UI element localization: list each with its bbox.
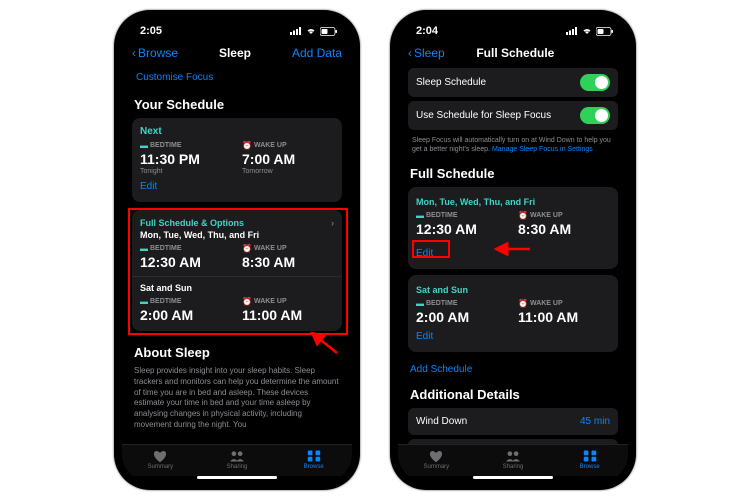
home-indicator[interactable] [473, 476, 553, 479]
toggle-switch[interactable] [580, 107, 610, 124]
home-indicator[interactable] [197, 476, 277, 479]
nav-title: Sleep [219, 46, 251, 60]
signal-icon [566, 27, 578, 35]
add-schedule-link[interactable]: Add Schedule [408, 358, 618, 383]
nav-title: Full Schedule [476, 46, 554, 60]
bed-icon: ▬ [140, 297, 148, 306]
chevron-left-icon: ‹ [408, 46, 412, 60]
full-schedule-header: Full Schedule & Options [140, 218, 244, 228]
focus-hint: Sleep Focus will automatically turn on a… [408, 134, 618, 162]
battery-icon [320, 27, 338, 36]
grid-icon [582, 449, 598, 463]
status-icons [290, 27, 338, 36]
tab-browse[interactable]: Browse [551, 449, 628, 470]
bed-icon: ▬ [140, 244, 148, 253]
status-icons [566, 27, 614, 36]
phone-sleep: 2:05 ‹Browse Sleep Add Data Customise Fo… [114, 10, 360, 490]
notch [463, 18, 563, 36]
phone-full-schedule: 2:04 ‹Sleep Full Schedule Sleep Schedule… [390, 10, 636, 490]
wakeup-value: 7:00 AM [242, 151, 334, 167]
add-data-button[interactable]: Add Data [292, 46, 342, 60]
about-sleep-title: About Sleep [134, 345, 342, 360]
schedule-card-2: Sat and Sun ▬BEDTIME 2:00 AM ⏰WAKE UP 11… [408, 275, 618, 352]
people-icon [229, 449, 245, 463]
nav-bar: ‹Browse Sleep Add Data [122, 40, 352, 68]
tab-browse[interactable]: Browse [275, 449, 352, 470]
alarm-icon: ⏰ [518, 211, 528, 220]
annotation-arrow [492, 242, 532, 256]
alarm-icon: ⏰ [242, 141, 252, 150]
alarm-icon: ⏰ [518, 299, 528, 308]
tab-sharing[interactable]: Sharing [199, 449, 276, 470]
tab-summary[interactable]: Summary [398, 449, 475, 470]
tab-bar: Summary Sharing Browse [398, 444, 628, 476]
tab-bar: Summary Sharing Browse [122, 444, 352, 476]
edit-schedule-link[interactable]: Edit [416, 331, 433, 342]
wifi-icon [581, 27, 593, 35]
next-label: Next [140, 126, 334, 137]
schedule-card-1: Mon, Tue, Wed, Thu, and Fri ▬BEDTIME 12:… [408, 187, 618, 269]
edit-schedule-link[interactable]: Edit [416, 248, 433, 259]
about-sleep-text: Sleep provides insight into your sleep h… [132, 366, 342, 431]
people-icon [505, 449, 521, 463]
sleep-schedule-toggle-row: Sleep Schedule [408, 68, 618, 97]
clock: 2:05 [140, 25, 162, 37]
bed-icon: ▬ [140, 141, 148, 150]
battery-icon [596, 27, 614, 36]
bed-icon: ▬ [416, 211, 424, 220]
chevron-right-icon: › [331, 218, 334, 228]
heart-icon [152, 449, 168, 463]
back-button[interactable]: ‹Sleep [408, 46, 445, 60]
alarm-icon: ⏰ [242, 297, 252, 306]
alarm-icon: ⏰ [242, 244, 252, 253]
nav-bar: ‹Sleep Full Schedule [398, 40, 628, 68]
heart-icon [428, 449, 444, 463]
wind-down-row[interactable]: Wind Down 45 min [408, 408, 618, 435]
manage-focus-link[interactable]: Manage Sleep Focus in Settings [492, 146, 593, 153]
edit-next-link[interactable]: Edit [140, 181, 157, 192]
grid-icon [306, 449, 322, 463]
bed-icon: ▬ [416, 299, 424, 308]
use-schedule-focus-row: Use Schedule for Sleep Focus [408, 101, 618, 130]
your-schedule-title: Your Schedule [134, 97, 342, 112]
wifi-icon [305, 27, 317, 35]
tab-sharing[interactable]: Sharing [475, 449, 552, 470]
tab-summary[interactable]: Summary [122, 449, 199, 470]
additional-details-title: Additional Details [410, 387, 618, 402]
toggle-switch[interactable] [580, 74, 610, 91]
customise-focus-link[interactable]: Customise Focus [132, 68, 342, 93]
signal-icon [290, 27, 302, 35]
back-button[interactable]: ‹Browse [132, 46, 178, 60]
notch [187, 18, 287, 36]
full-schedule-title: Full Schedule [410, 166, 618, 181]
next-schedule-card: Next ▬BEDTIME 11:30 PM Tonight ⏰WAKE UP … [132, 118, 342, 202]
full-schedule-card[interactable]: Full Schedule & Options › Mon, Tue, Wed,… [132, 210, 342, 331]
bedtime-value: 11:30 PM [140, 151, 232, 167]
chevron-left-icon: ‹ [132, 46, 136, 60]
clock: 2:04 [416, 25, 438, 37]
